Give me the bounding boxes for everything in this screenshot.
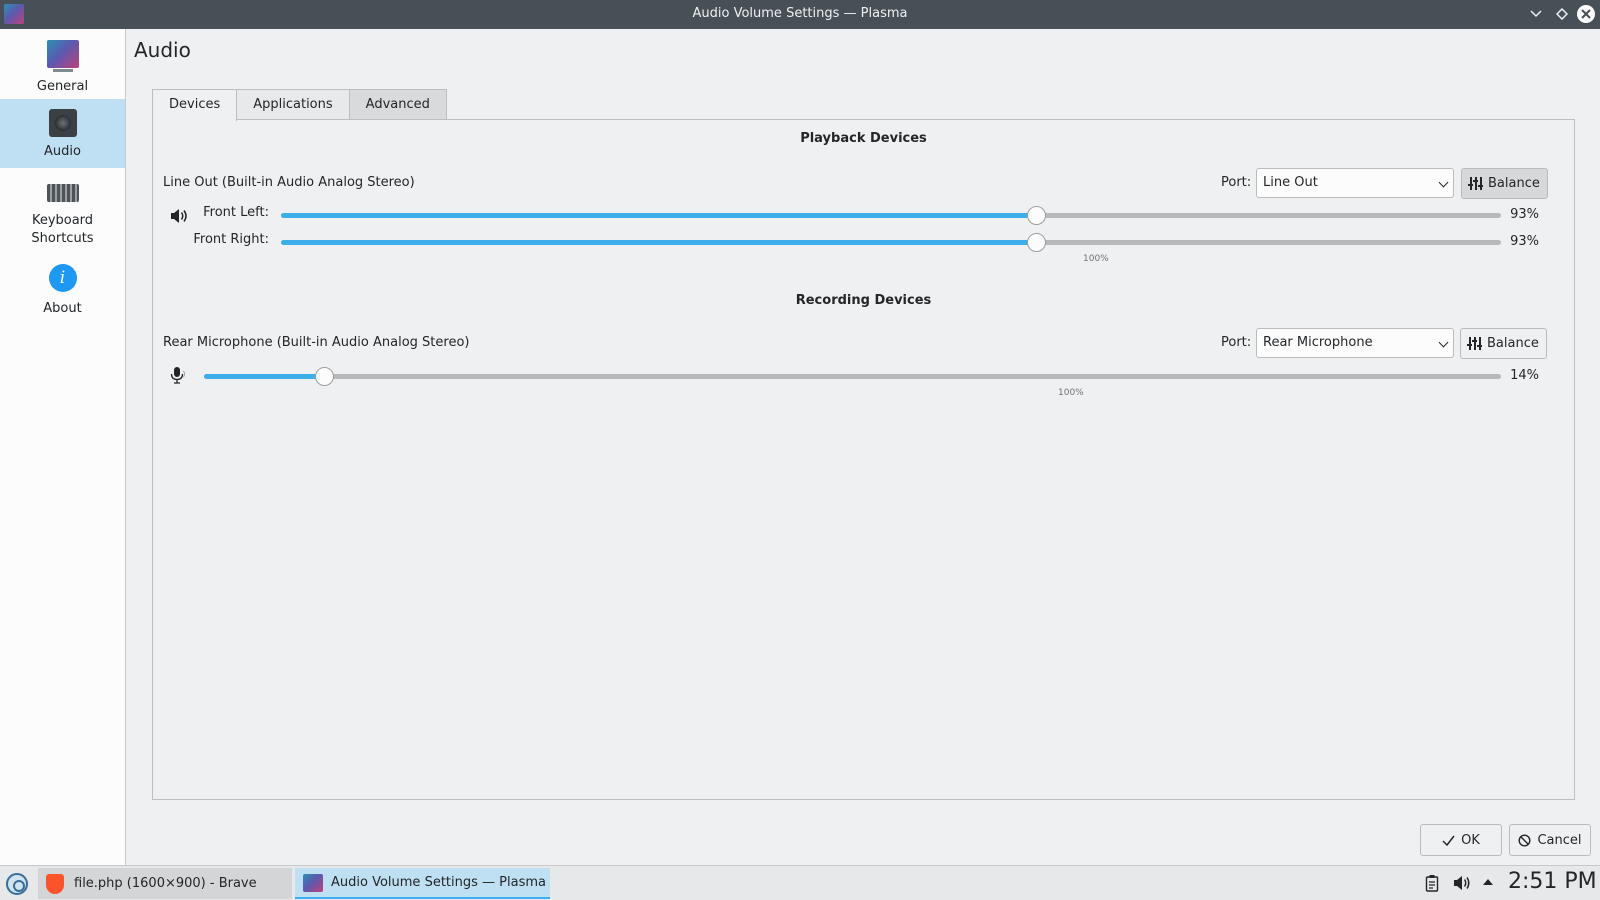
front-left-slider-handle[interactable] [1027, 206, 1047, 225]
recording-devices-header: Recording Devices [795, 293, 932, 308]
chevron-down-icon [1438, 337, 1449, 348]
window-title: Audio Volume Settings — Plasma [692, 6, 908, 21]
front-right-volume-slider[interactable] [281, 240, 1501, 245]
sidebar-item-label: Keyboard [31, 213, 94, 228]
playback-port-value: Line Out [1263, 175, 1318, 190]
tab-bar: Devices Applications Advanced [152, 89, 447, 121]
speaker-icon [48, 109, 77, 137]
recording-device-name: Rear Microphone (Built-in Audio Analog S… [163, 335, 470, 350]
volume-icon[interactable] [1453, 874, 1471, 892]
front-left-label: Front Left: [203, 205, 269, 220]
equalizer-icon [1468, 177, 1483, 190]
front-left-percent: 93% [1510, 207, 1539, 222]
keyboard-icon [46, 184, 79, 202]
maximize-button[interactable] [1553, 5, 1571, 23]
sidebar-item-keyboard-shortcuts[interactable]: Keyboard Shortcuts [0, 174, 125, 250]
rear-microphone-slider-handle[interactable] [315, 367, 335, 386]
close-window-button[interactable] [1577, 5, 1595, 23]
tab-advanced[interactable]: Advanced [348, 89, 447, 120]
window-titlebar: Audio Volume Settings — Plasma [0, 0, 1600, 29]
recording-100-percent-tick: 100% [1058, 388, 1084, 398]
recording-port-value: Rear Microphone [1263, 335, 1373, 350]
equalizer-icon [1467, 337, 1482, 350]
playback-balance-button[interactable]: Balance [1461, 168, 1548, 199]
playback-port-label: Port: [1221, 175, 1252, 190]
front-right-slider-handle[interactable] [1027, 233, 1047, 252]
cancel-button[interactable]: Cancel [1509, 824, 1591, 856]
recording-port-select[interactable]: Rear Microphone [1256, 328, 1454, 358]
recording-port-label: Port: [1221, 335, 1252, 350]
page-title: Audio [134, 38, 191, 62]
tab-applications[interactable]: Applications [236, 89, 350, 120]
chevron-down-icon [1530, 10, 1542, 18]
application-launcher-icon[interactable] [6, 873, 28, 895]
balance-label: Balance [1488, 176, 1540, 191]
tray-expander-icon[interactable] [1482, 878, 1494, 886]
playback-device-name: Line Out (Built-in Audio Analog Stereo) [163, 175, 415, 190]
rear-microphone-percent: 14% [1510, 368, 1539, 383]
sidebar-item-label: General [36, 79, 89, 94]
task-label: file.php (1600×900) - Brave [74, 876, 257, 891]
clock[interactable]: 2:51 PM [1508, 869, 1597, 894]
front-left-slider-fill [281, 213, 1038, 218]
playback-port-select[interactable]: Line Out [1256, 168, 1454, 198]
ok-button[interactable]: OK [1420, 824, 1502, 856]
plasma-icon [303, 873, 323, 892]
task-audio-volume-settings[interactable]: Audio Volume Settings — Plasma [295, 868, 550, 899]
chevron-down-icon [1438, 177, 1449, 188]
sidebar-item-general[interactable]: General [0, 37, 125, 99]
rear-microphone-volume-slider[interactable] [204, 374, 1501, 379]
tab-devices[interactable]: Devices [152, 89, 238, 121]
ok-label: OK [1461, 832, 1480, 848]
info-icon: i [48, 264, 77, 292]
task-label: Audio Volume Settings — Plasma [331, 875, 546, 890]
category-sidebar: General Audio Keyboard Shortcuts i About [0, 29, 126, 865]
playback-devices-header: Playback Devices [800, 131, 927, 146]
front-right-slider-fill [281, 240, 1038, 245]
close-icon [1581, 9, 1591, 19]
sidebar-item-label-line2: Shortcuts [31, 231, 94, 246]
brave-icon [46, 873, 64, 894]
cancel-icon [1518, 833, 1531, 847]
rear-microphone-slider-fill [204, 374, 326, 379]
taskbar: file.php (1600×900) - Brave Audio Volume… [0, 865, 1600, 900]
minimize-button[interactable] [1527, 5, 1545, 23]
checkmark-icon [1442, 835, 1455, 846]
sidebar-item-about[interactable]: i About [0, 262, 125, 322]
recording-balance-button[interactable]: Balance [1460, 328, 1547, 359]
playback-100-percent-tick: 100% [1083, 254, 1109, 264]
microphone-mute-toggle-icon[interactable] [167, 366, 187, 384]
sidebar-item-audio[interactable]: Audio [0, 99, 125, 168]
devices-panel: Playback Devices Line Out (Built-in Audi… [152, 119, 1575, 800]
cancel-label: Cancel [1537, 832, 1582, 848]
clipboard-icon[interactable] [1425, 874, 1439, 892]
balance-label: Balance [1487, 336, 1539, 351]
front-right-percent: 93% [1510, 234, 1539, 249]
front-left-volume-slider[interactable] [281, 213, 1501, 218]
general-icon [46, 40, 79, 72]
task-brave[interactable]: file.php (1600×900) - Brave [38, 868, 292, 899]
speaker-mute-toggle-icon[interactable] [169, 207, 189, 225]
diamond-icon [1556, 8, 1568, 20]
front-right-label: Front Right: [193, 232, 269, 247]
sidebar-item-label: About [43, 301, 82, 316]
sidebar-item-label: Audio [44, 144, 81, 159]
